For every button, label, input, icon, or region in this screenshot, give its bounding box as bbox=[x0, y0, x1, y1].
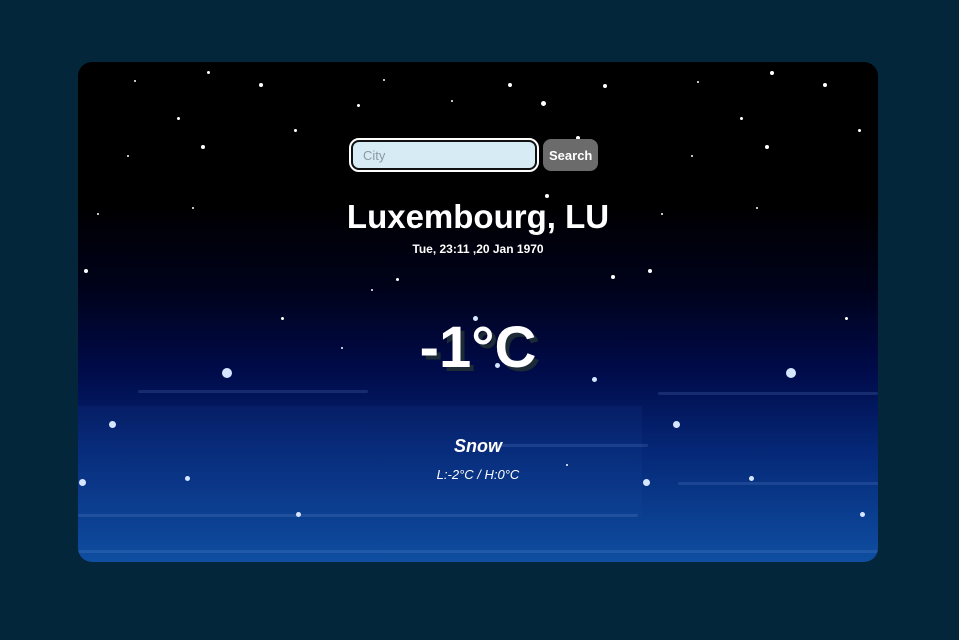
star bbox=[383, 79, 385, 81]
search-bar: Search bbox=[349, 138, 599, 172]
location-title: Luxembourg, LU bbox=[346, 198, 610, 235]
star bbox=[858, 129, 861, 132]
star bbox=[371, 289, 373, 291]
current-temperature: -1°C bbox=[419, 315, 537, 380]
sky-streak bbox=[658, 392, 878, 395]
star bbox=[770, 71, 774, 75]
date-time: Tue, 23:11 ,20 Jan 1970 bbox=[412, 242, 544, 256]
snowflake bbox=[860, 512, 865, 517]
star bbox=[451, 100, 453, 102]
star bbox=[134, 80, 136, 82]
weather-condition: Snow bbox=[454, 436, 502, 456]
low-high-temperature: L:-2°C / H:0°C bbox=[436, 467, 520, 482]
star bbox=[127, 155, 129, 157]
snowflake bbox=[109, 421, 116, 428]
sky-band bbox=[78, 406, 642, 516]
star bbox=[611, 275, 615, 279]
star bbox=[396, 278, 399, 281]
star bbox=[697, 81, 699, 83]
star bbox=[508, 83, 512, 87]
sky-streak bbox=[78, 550, 878, 553]
star bbox=[691, 155, 693, 157]
star bbox=[740, 117, 743, 120]
sky-streak bbox=[138, 390, 368, 393]
star bbox=[201, 145, 205, 149]
star bbox=[294, 129, 297, 132]
star bbox=[566, 464, 568, 466]
star bbox=[541, 101, 546, 106]
star bbox=[259, 83, 263, 87]
star bbox=[207, 71, 210, 74]
star bbox=[648, 269, 652, 273]
city-search-input[interactable] bbox=[349, 138, 539, 172]
star bbox=[765, 145, 769, 149]
weather-card: Search Luxembourg, LU Tue, 23:11 ,20 Jan… bbox=[78, 62, 878, 562]
star bbox=[84, 269, 88, 273]
snowflake bbox=[296, 512, 301, 517]
star bbox=[177, 117, 180, 120]
snowflake bbox=[673, 421, 680, 428]
sky-streak bbox=[78, 514, 638, 517]
star bbox=[823, 83, 827, 87]
sky-streak bbox=[678, 482, 878, 485]
star bbox=[357, 104, 360, 107]
search-button[interactable]: Search bbox=[543, 139, 599, 171]
star bbox=[603, 84, 607, 88]
